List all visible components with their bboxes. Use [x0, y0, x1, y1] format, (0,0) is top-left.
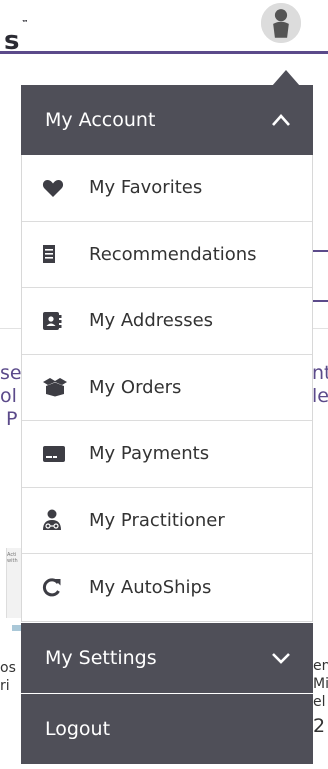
- dropdown-caret: [272, 70, 300, 86]
- menu-item-label: My Payments: [89, 443, 210, 465]
- menu-item-my-payments[interactable]: My Payments: [22, 421, 312, 488]
- bg-product-text: os: [0, 660, 16, 676]
- address-book-icon: [42, 309, 70, 333]
- doctor-icon: [42, 508, 70, 532]
- user-avatar[interactable]: [258, 0, 304, 46]
- menu-item-label: Recommendations: [89, 243, 257, 265]
- menu-item-my-addresses[interactable]: My Addresses: [22, 288, 312, 355]
- bg-product-text: le: [312, 385, 328, 407]
- menu-item-my-favorites[interactable]: My Favorites: [22, 155, 312, 222]
- bg-product-thumbnail: Acti with: [6, 548, 22, 618]
- my-settings-header[interactable]: My Settings: [21, 622, 313, 693]
- document-icon: [42, 242, 70, 266]
- header-divider: [0, 51, 328, 54]
- bg-product-text: en: [313, 658, 328, 674]
- my-account-header[interactable]: My Account: [21, 85, 313, 155]
- account-dropdown-menu: My Account My Favorites Recommendations …: [21, 85, 313, 764]
- my-account-items: My Favorites Recommendations My Addresse…: [21, 155, 313, 622]
- logout-button[interactable]: Logout: [21, 693, 313, 764]
- menu-item-label: My Orders: [89, 376, 182, 398]
- menu-item-recommendations[interactable]: Recommendations: [22, 222, 312, 288]
- credit-card-icon: [42, 442, 70, 466]
- bg-product-text: 2: [313, 715, 326, 737]
- bg-product-text: nt: [312, 362, 328, 384]
- bg-product-text: el: [313, 694, 326, 710]
- menu-item-my-autoships[interactable]: My AutoShips: [22, 554, 312, 621]
- menu-item-my-orders[interactable]: My Orders: [22, 355, 312, 421]
- bg-product-text: ri: [0, 678, 10, 694]
- refresh-icon: [42, 575, 70, 599]
- menu-item-label: My Addresses: [89, 310, 214, 332]
- user-silhouette-icon: [261, 3, 301, 43]
- menu-item-label: My AutoShips: [89, 576, 212, 598]
- chevron-down-icon: [272, 652, 290, 664]
- bg-product-text: Mi: [313, 676, 328, 692]
- menu-item-label: My Practitioner: [89, 509, 225, 531]
- open-box-icon: [42, 375, 70, 399]
- my-settings-title: My Settings: [45, 646, 157, 669]
- menu-item-my-practitioner[interactable]: My Practitioner: [22, 488, 312, 554]
- heart-icon: [42, 176, 70, 200]
- bg-product-text: ol: [0, 385, 17, 407]
- bg-product-text: se: [0, 362, 22, 384]
- menu-item-label: My Favorites: [89, 177, 203, 199]
- logout-label: Logout: [45, 717, 111, 740]
- chevron-up-icon: [272, 114, 290, 126]
- my-account-title: My Account: [45, 109, 156, 131]
- bg-product-text: P: [6, 408, 18, 430]
